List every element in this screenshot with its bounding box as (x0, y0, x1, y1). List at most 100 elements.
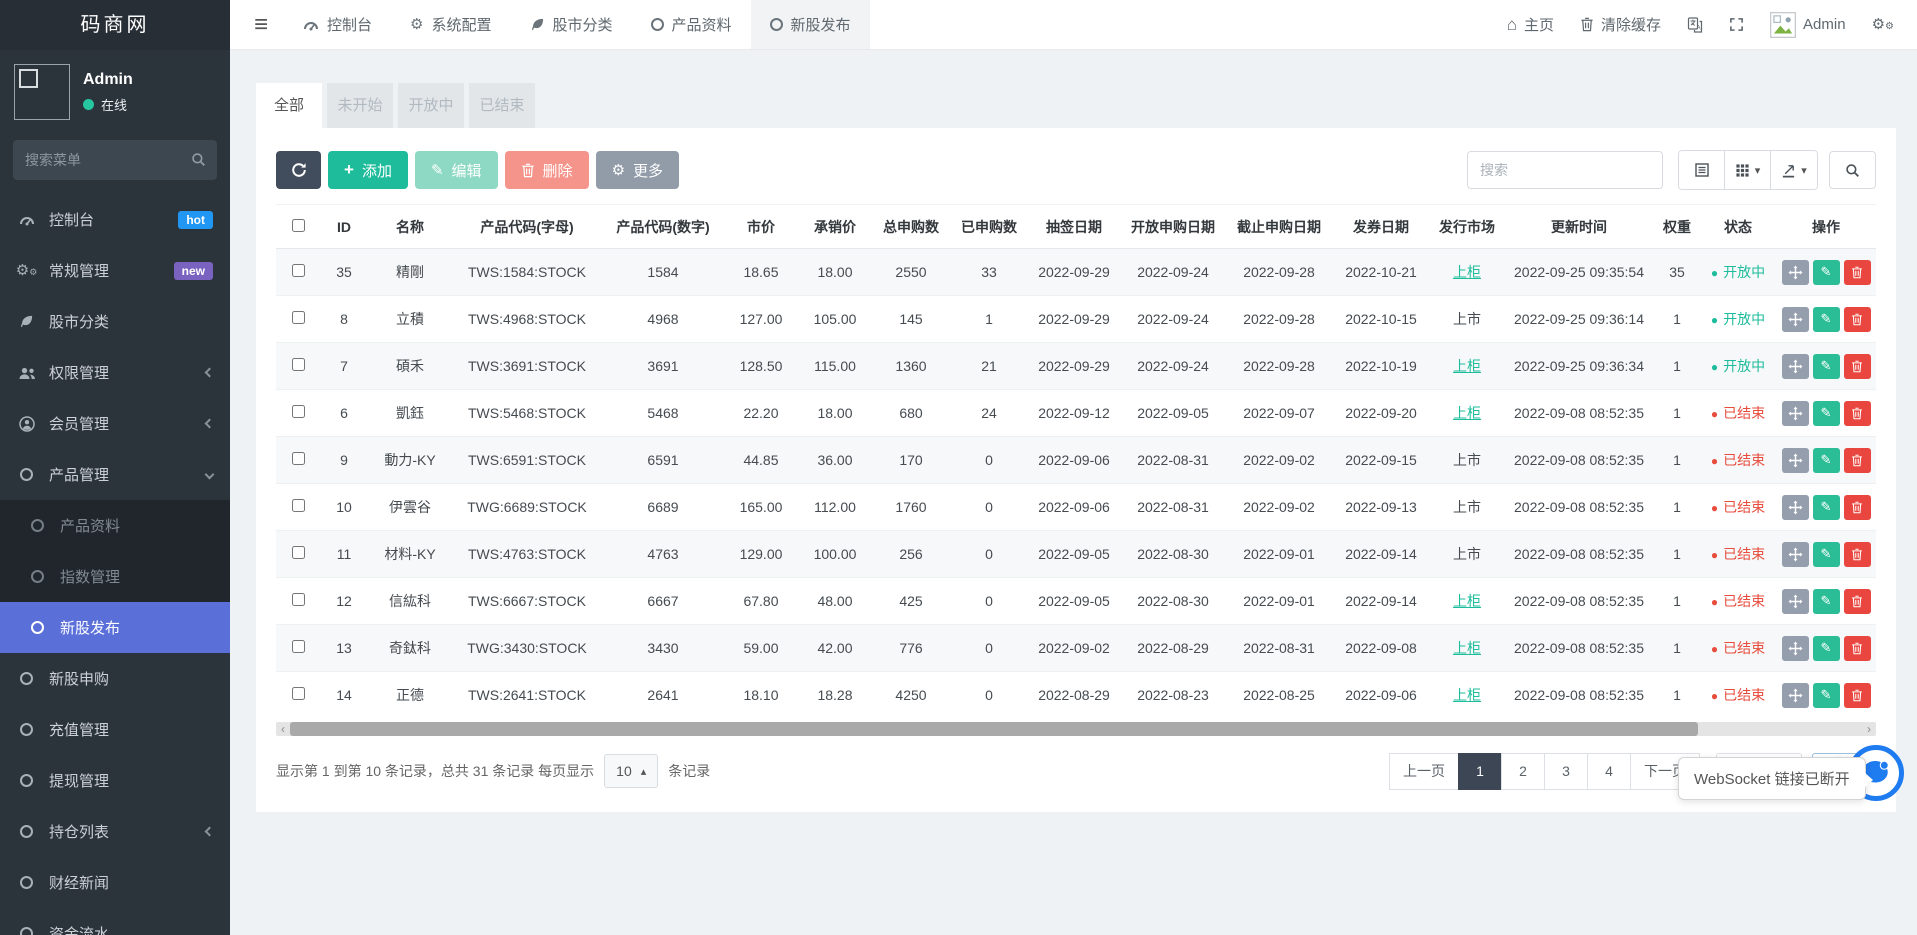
topnav-item-product-info[interactable]: 产品资料 (632, 0, 751, 49)
row-edit-button[interactable]: ✎ (1813, 636, 1840, 661)
status-badge: ●开放中 (1711, 358, 1765, 374)
sidebar-item-withdraw[interactable]: 提现管理 (0, 755, 230, 806)
settings-button[interactable]: ⚙⚙ (1859, 0, 1907, 50)
hamburger-menu-icon[interactable]: ≡ (238, 11, 284, 39)
topnav-item-dashboard[interactable]: 控制台 (284, 0, 391, 49)
row-move-button[interactable] (1782, 260, 1809, 285)
row-checkbox[interactable] (292, 640, 305, 653)
row-move-button[interactable] (1782, 589, 1809, 614)
row-move-button[interactable] (1782, 401, 1809, 426)
sidebar-item-permission[interactable]: 权限管理 (0, 347, 230, 398)
sidebar-item-position-list[interactable]: 持仓列表 (0, 806, 230, 857)
select-all-checkbox[interactable] (292, 219, 305, 232)
sidebar-item-new-stock-release[interactable]: 新股发布 (0, 602, 230, 653)
edit-button[interactable]: ✎编辑 (415, 151, 498, 189)
row-edit-button[interactable]: ✎ (1813, 542, 1840, 567)
scrollbar-thumb[interactable] (290, 722, 1698, 736)
page-button-4[interactable]: 4 (1587, 753, 1631, 790)
more-button[interactable]: ⚙更多 (596, 151, 679, 189)
language-button[interactable]: A (1674, 0, 1716, 50)
row-edit-button[interactable]: ✎ (1813, 307, 1840, 332)
row-edit-button[interactable]: ✎ (1813, 260, 1840, 285)
cell-issue-date: 2022-09-14 (1332, 578, 1430, 625)
add-button[interactable]: +添加 (328, 151, 408, 189)
row-move-button[interactable] (1782, 495, 1809, 520)
row-checkbox[interactable] (292, 452, 305, 465)
topnav-item-system-config[interactable]: ⚙系统配置 (391, 0, 510, 49)
row-edit-button[interactable]: ✎ (1813, 683, 1840, 708)
prev-page-button[interactable]: 上一页 (1389, 753, 1459, 790)
tab-ended[interactable]: 已结束 (469, 83, 535, 128)
row-move-button[interactable] (1782, 542, 1809, 567)
clear-cache-button[interactable]: 清除缓存 (1567, 0, 1674, 50)
sidebar-item-finance-news[interactable]: 财经新闻 (0, 857, 230, 908)
export-button[interactable]: ▾ (1771, 151, 1817, 189)
row-checkbox[interactable] (292, 405, 305, 418)
row-delete-button[interactable] (1844, 495, 1871, 520)
page-button-2[interactable]: 2 (1501, 753, 1545, 790)
row-move-button[interactable] (1782, 307, 1809, 332)
topnav-item-market-category[interactable]: 股市分类 (511, 0, 632, 49)
sidebar-item-member[interactable]: 会员管理 (0, 398, 230, 449)
sidebar-item-market-category[interactable]: 股市分类 (0, 296, 230, 347)
list-view-button[interactable] (1679, 151, 1725, 189)
row-delete-button[interactable] (1844, 260, 1871, 285)
market-link[interactable]: 上柜 (1453, 687, 1481, 703)
scroll-right-arrow[interactable]: › (1862, 722, 1876, 736)
row-checkbox[interactable] (292, 687, 305, 700)
columns-button[interactable]: ▾ (1725, 151, 1771, 189)
sidebar-search-input[interactable] (13, 140, 217, 180)
page-button-3[interactable]: 3 (1544, 753, 1588, 790)
search-submit-button[interactable] (1829, 151, 1876, 189)
user-menu[interactable]: Admin (1757, 0, 1859, 50)
market-link[interactable]: 上柜 (1453, 264, 1481, 280)
row-checkbox[interactable] (292, 358, 305, 371)
row-checkbox[interactable] (292, 546, 305, 559)
tab-not-started[interactable]: 未开始 (327, 83, 393, 128)
sidebar-item-index-manage[interactable]: 指数管理 (0, 551, 230, 602)
row-edit-button[interactable]: ✎ (1813, 448, 1840, 473)
row-delete-button[interactable] (1844, 307, 1871, 332)
row-delete-button[interactable] (1844, 589, 1871, 614)
row-checkbox[interactable] (292, 499, 305, 512)
market-link[interactable]: 上柜 (1453, 405, 1481, 421)
row-edit-button[interactable]: ✎ (1813, 354, 1840, 379)
page-size-select[interactable]: 10▴ (604, 754, 658, 788)
market-link[interactable]: 上柜 (1453, 593, 1481, 609)
sidebar-item-fund-flow[interactable]: 资金流水 (0, 908, 230, 935)
market-link[interactable]: 上柜 (1453, 358, 1481, 374)
row-move-button[interactable] (1782, 683, 1809, 708)
sidebar-item-recharge[interactable]: 充值管理 (0, 704, 230, 755)
row-delete-button[interactable] (1844, 354, 1871, 379)
row-move-button[interactable] (1782, 636, 1809, 661)
refresh-button[interactable] (276, 151, 321, 189)
market-link[interactable]: 上柜 (1453, 640, 1481, 656)
sidebar-item-product-info[interactable]: 产品资料 (0, 500, 230, 551)
sidebar-item-dashboard[interactable]: 控制台hot (0, 194, 230, 245)
delete-button[interactable]: 删除 (505, 151, 589, 189)
row-checkbox[interactable] (292, 264, 305, 277)
row-edit-button[interactable]: ✎ (1813, 401, 1840, 426)
scroll-left-arrow[interactable]: ‹ (276, 722, 290, 736)
topnav-item-new-stock-release[interactable]: 新股发布 (751, 0, 870, 49)
page-button-1[interactable]: 1 (1458, 753, 1502, 790)
row-delete-button[interactable] (1844, 542, 1871, 567)
tab-open[interactable]: 开放中 (398, 83, 464, 128)
row-delete-button[interactable] (1844, 636, 1871, 661)
row-delete-button[interactable] (1844, 683, 1871, 708)
row-delete-button[interactable] (1844, 401, 1871, 426)
tab-all[interactable]: 全部 (256, 83, 322, 128)
sidebar-item-new-stock-subscribe[interactable]: 新股申购 (0, 653, 230, 704)
table-search-input[interactable] (1467, 151, 1663, 189)
row-checkbox[interactable] (292, 311, 305, 324)
sidebar-item-product[interactable]: 产品管理 (0, 449, 230, 500)
row-delete-button[interactable] (1844, 448, 1871, 473)
row-edit-button[interactable]: ✎ (1813, 589, 1840, 614)
row-checkbox[interactable] (292, 593, 305, 606)
home-button[interactable]: ⌂主页 (1494, 0, 1567, 50)
row-edit-button[interactable]: ✎ (1813, 495, 1840, 520)
row-move-button[interactable] (1782, 354, 1809, 379)
row-move-button[interactable] (1782, 448, 1809, 473)
sidebar-item-general[interactable]: ⚙⚙常规管理new (0, 245, 230, 296)
fullscreen-button[interactable] (1716, 0, 1757, 50)
